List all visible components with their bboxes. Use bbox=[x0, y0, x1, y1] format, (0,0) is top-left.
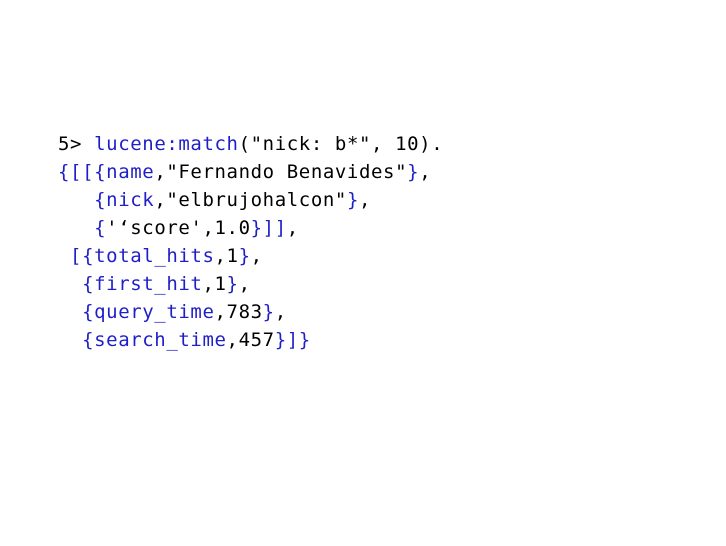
code-line: {query_time,783}, bbox=[58, 298, 443, 326]
code-line: {'‘score',1.0}]], bbox=[58, 214, 443, 242]
code-line: 5> lucene:match("nick: b*", 10). bbox=[58, 130, 443, 158]
code-token: , bbox=[238, 273, 251, 295]
code-token-highlighted: }]] bbox=[250, 217, 287, 239]
code-token: ,1 bbox=[214, 245, 239, 267]
code-token-highlighted: } bbox=[262, 301, 275, 323]
code-line: {search_time,457}]} bbox=[58, 326, 443, 354]
code-token-highlighted: }]} bbox=[274, 329, 311, 351]
code-token-highlighted: } bbox=[346, 189, 359, 211]
code-token-highlighted: {nick bbox=[94, 189, 155, 211]
code-line: {[[{name,"Fernando Benavides"}, bbox=[58, 158, 443, 186]
code-listing: 5> lucene:match("nick: b*", 10). {[[{name… bbox=[58, 130, 443, 354]
code-line: {first_hit,1}, bbox=[58, 270, 443, 298]
code-token-highlighted: } bbox=[238, 245, 251, 267]
code-token: ,"Fernando Benavides" bbox=[154, 161, 408, 183]
code-token: , bbox=[419, 161, 432, 183]
code-token: ,"elbrujohalcon" bbox=[154, 189, 347, 211]
code-token: ("nick: b*", 10). bbox=[238, 133, 444, 155]
code-token-highlighted: {query_time bbox=[82, 301, 215, 323]
code-token-highlighted: } bbox=[407, 161, 420, 183]
code-token: '‘score',1.0 bbox=[106, 217, 251, 239]
code-token-highlighted: {search_time bbox=[82, 329, 227, 351]
code-token-highlighted: { bbox=[94, 217, 107, 239]
code-token: ,457 bbox=[226, 329, 275, 351]
code-token: , bbox=[286, 217, 299, 239]
code-line: {nick,"elbrujohalcon"}, bbox=[58, 186, 443, 214]
code-token-highlighted: name bbox=[106, 161, 155, 183]
code-line: [{total_hits,1}, bbox=[58, 242, 443, 270]
code-token: ,1 bbox=[202, 273, 227, 295]
code-token: ,783 bbox=[214, 301, 263, 323]
code-token: 5> bbox=[58, 133, 95, 155]
code-token: , bbox=[250, 245, 263, 267]
code-token-highlighted: lucene:match bbox=[94, 133, 239, 155]
code-token-highlighted: [{total_hits bbox=[70, 245, 215, 267]
code-token-highlighted: } bbox=[226, 273, 239, 295]
code-token: , bbox=[359, 189, 372, 211]
code-token-highlighted: {[[{ bbox=[58, 161, 107, 183]
code-token: , bbox=[274, 301, 287, 323]
code-token-highlighted: {first_hit bbox=[82, 273, 203, 295]
